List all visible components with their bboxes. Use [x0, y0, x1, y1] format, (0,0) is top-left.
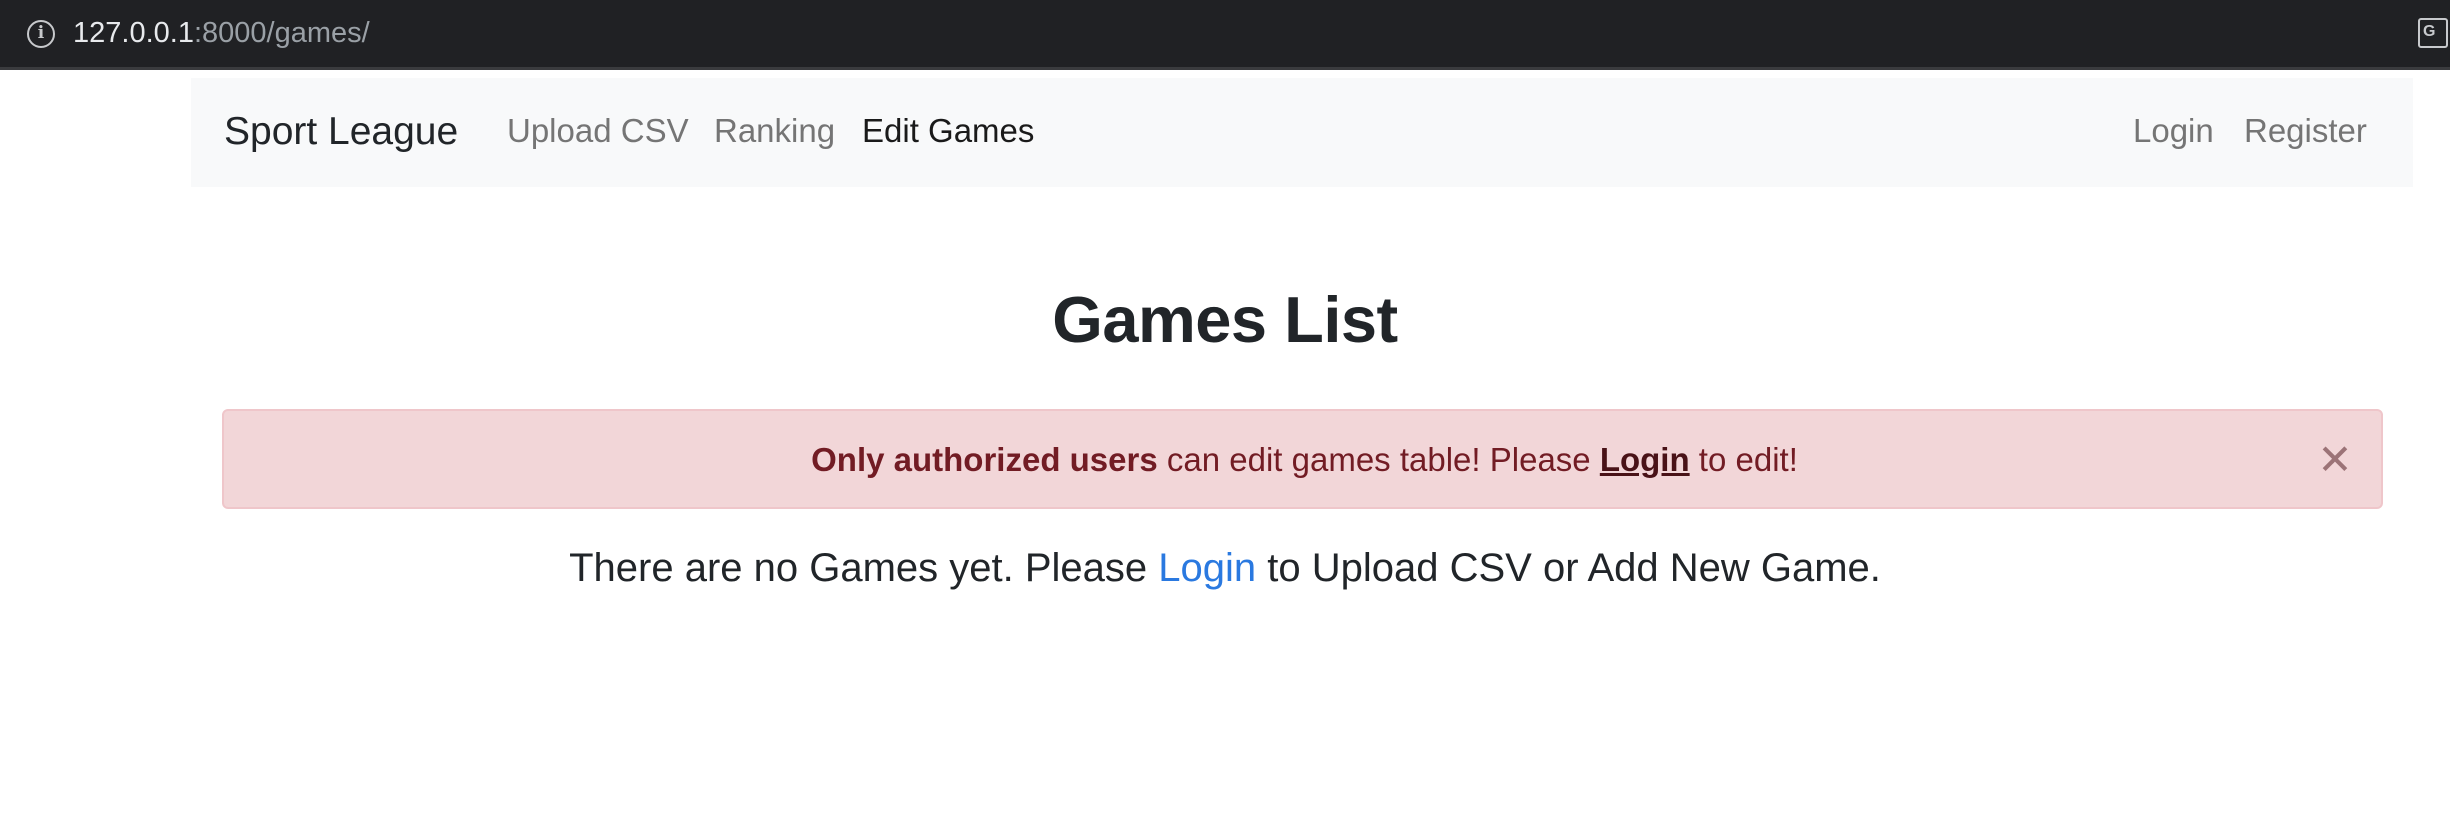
navbar: Sport League Upload CSV Ranking Edit Gam… [191, 78, 2413, 187]
page-title: Games List [1052, 283, 1398, 356]
empty-message-login-link[interactable]: Login [1158, 546, 1256, 590]
url-host: 127.0.0.1 [73, 17, 194, 49]
nav-login[interactable]: Login [2133, 112, 2214, 150]
nav-edit-games[interactable]: Edit Games [862, 112, 1034, 150]
nav-upload-csv[interactable]: Upload CSV [507, 112, 689, 150]
empty-message-before: There are no Games yet. Please [569, 546, 1159, 590]
alert-login-link[interactable]: Login [1600, 441, 1690, 478]
alert-message: Only authorized users can edit games tab… [224, 441, 2385, 479]
empty-games-message: There are no Games yet. Please Login to … [0, 546, 2450, 591]
url-field[interactable]: 127.0.0.1:8000/games/ [73, 15, 370, 51]
empty-message-after: to Upload CSV or Add New Game. [1256, 546, 1881, 590]
translate-icon[interactable]: G [2418, 18, 2448, 48]
url-path: :8000/games/ [193, 17, 370, 49]
auth-alert: Only authorized users can edit games tab… [222, 409, 2383, 509]
alert-strong-text: Only authorized users [811, 441, 1158, 478]
alert-text-end: to edit! [1689, 441, 1798, 478]
browser-address-bar: i 127.0.0.1:8000/games/ G [0, 0, 2450, 70]
nav-register[interactable]: Register [2244, 112, 2367, 150]
alert-text-middle: can edit games table! Please [1157, 441, 1600, 478]
nav-ranking[interactable]: Ranking [714, 112, 835, 150]
close-icon[interactable]: ✕ [2310, 435, 2360, 485]
brand-link[interactable]: Sport League [224, 110, 458, 154]
info-icon[interactable]: i [27, 20, 55, 48]
